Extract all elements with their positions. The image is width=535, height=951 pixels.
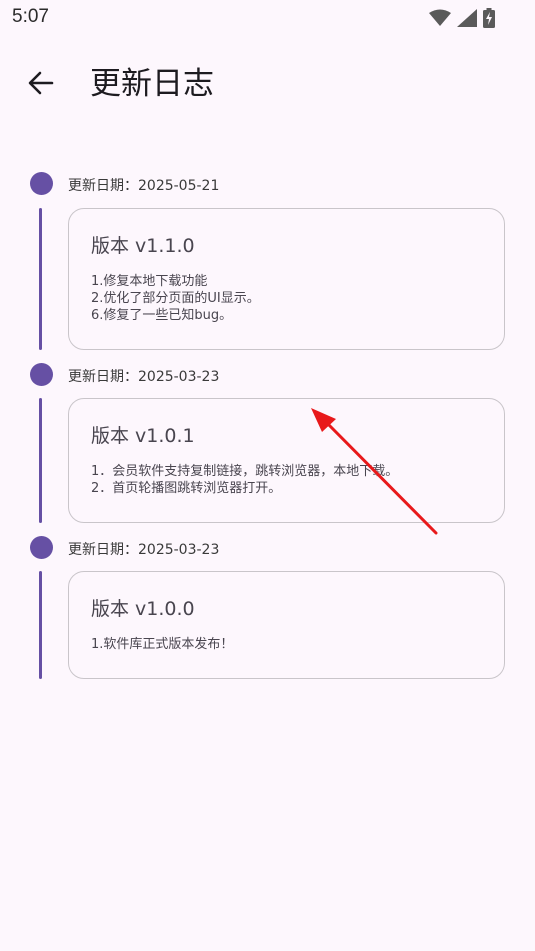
version-card: 版本 v1.0.1 1．会员软件支持复制链接，跳转浏览器，本地下载。 2．首页轮… [68, 398, 505, 523]
version-title: 版本 v1.0.0 [91, 598, 195, 620]
timeline-dot [30, 536, 53, 559]
version-title: 版本 v1.1.0 [91, 235, 195, 257]
page-title: 更新日志 [90, 66, 214, 102]
timeline-dot [30, 172, 53, 195]
version-notes: 1.软件库正式版本发布！ [91, 637, 234, 652]
timeline-line [39, 398, 42, 523]
version-card: 版本 v1.0.0 1.软件库正式版本发布！ [68, 571, 505, 679]
cell-signal-icon [457, 9, 477, 27]
timeline-line [39, 571, 42, 679]
version-notes: 1.修复本地下载功能 2.优化了部分页面的UI显示。 6.修复了一些已知bug。 [91, 274, 260, 323]
version-title: 版本 v1.0.1 [91, 425, 195, 447]
arrow-left-icon [28, 71, 54, 99]
app-bar: 更新日志 [0, 52, 535, 116]
status-icons [429, 8, 495, 28]
version-notes: 1．会员软件支持复制链接，跳转浏览器，本地下载。 2．首页轮播图跳转浏览器打开。 [91, 464, 399, 496]
update-date: 更新日期：2025-05-21 [68, 178, 220, 194]
update-date: 更新日期：2025-03-23 [68, 369, 220, 385]
update-date: 更新日期：2025-03-23 [68, 542, 220, 558]
status-bar: 5:07 [0, 0, 535, 36]
timeline-line [39, 208, 42, 350]
back-button[interactable] [20, 64, 62, 106]
version-card: 版本 v1.1.0 1.修复本地下载功能 2.优化了部分页面的UI显示。 6.修… [68, 208, 505, 350]
wifi-icon [429, 9, 451, 27]
timeline-dot [30, 363, 53, 386]
battery-charging-icon [483, 8, 495, 28]
status-time: 5:07 [12, 6, 49, 27]
